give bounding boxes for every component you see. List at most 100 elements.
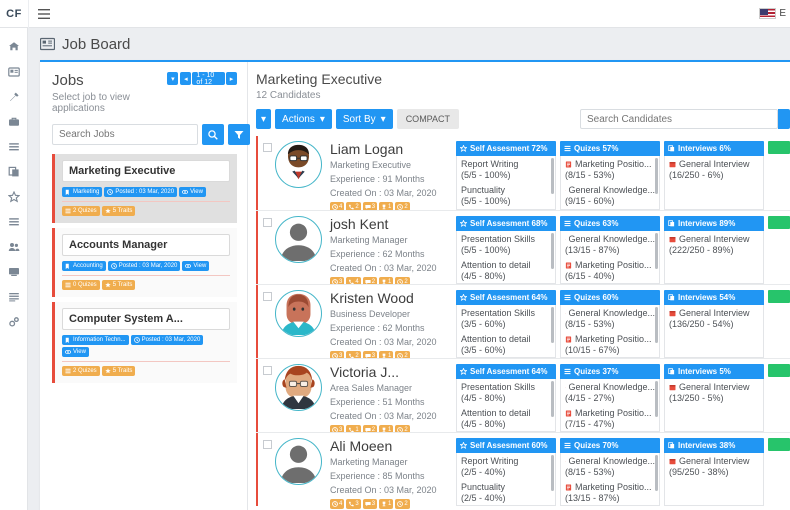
- job-posted-label: Posted : 03 Mar, 2020: [118, 263, 178, 269]
- sidebar-item-settings[interactable]: [0, 309, 28, 334]
- status-badge[interactable]: [768, 216, 790, 229]
- candidate-checkbox[interactable]: [263, 440, 272, 449]
- self-assessment-header[interactable]: Self Assesment 64%: [456, 364, 556, 379]
- sidebar-item-grid[interactable]: [0, 284, 28, 309]
- sidebar-item-tools[interactable]: [0, 84, 28, 109]
- candidate-checkbox[interactable]: [263, 366, 272, 375]
- jobs-filter-button[interactable]: [228, 124, 250, 145]
- job-traits-badge[interactable]: 5 Traits: [101, 280, 136, 290]
- job-category-badge[interactable]: Information Techn...: [62, 335, 129, 345]
- candidate-checkbox[interactable]: [263, 218, 272, 227]
- avatar[interactable]: [275, 216, 322, 263]
- status-badge[interactable]: [768, 438, 790, 451]
- interviews-header[interactable]: Interviews 54%: [664, 290, 764, 305]
- jobs-search-button[interactable]: [202, 124, 224, 145]
- interviews-header[interactable]: Interviews 5%: [664, 364, 764, 379]
- candidates-title: Marketing Executive: [256, 71, 383, 87]
- candidate-info: Victoria J... Area Sales Manager Experienc…: [330, 364, 437, 436]
- job-category-badge[interactable]: Accounting: [62, 261, 106, 271]
- candidate-name[interactable]: Ali Moeen: [330, 439, 437, 454]
- quizes-header[interactable]: Quizes 63%: [560, 216, 660, 231]
- compact-button[interactable]: COMPACT: [396, 109, 460, 129]
- jobs-pager-caret[interactable]: ▾: [167, 72, 179, 85]
- language-selector[interactable]: E: [759, 8, 790, 19]
- candidate-name[interactable]: Liam Logan: [330, 142, 437, 157]
- quizes-column: Quizes 63% General Knowledge... (13/15 - 8…: [560, 216, 660, 284]
- jobs-pager-prev[interactable]: ◂: [180, 72, 192, 85]
- self-assessment-header[interactable]: Self Assesment 72%: [456, 141, 556, 156]
- hamburger-icon[interactable]: [28, 0, 58, 28]
- sidebar-item-chalkboard[interactable]: [0, 259, 28, 284]
- candidates-search-button[interactable]: [778, 109, 790, 129]
- quizes-header[interactable]: Quizes 60%: [560, 290, 660, 305]
- candidate-row[interactable]: Victoria J... Area Sales Manager Experienc…: [256, 358, 790, 436]
- avatar[interactable]: [275, 290, 322, 337]
- self-assessment-header[interactable]: Self Assesment 60%: [456, 438, 556, 453]
- interviews-item: General Interview (222/250 - 89%): [669, 234, 759, 257]
- self-assessment-header[interactable]: Self Assesment 64%: [456, 290, 556, 305]
- status-badge[interactable]: [768, 364, 790, 377]
- interview-icon: [668, 145, 675, 152]
- job-card[interactable]: Computer System A... Information Techn...…: [52, 302, 237, 383]
- job-view-button[interactable]: View: [62, 347, 89, 357]
- sidebar-item-users[interactable]: [0, 234, 28, 259]
- candidate-stat-phone[interactable]: 3: [346, 499, 361, 510]
- bulk-select-dropdown[interactable]: ▾: [256, 109, 272, 129]
- jobs-pager-next[interactable]: ▸: [226, 72, 237, 85]
- candidate-checkbox[interactable]: [263, 143, 272, 152]
- search-jobs-input[interactable]: [52, 124, 198, 145]
- sidebar-item-copy[interactable]: [0, 159, 28, 184]
- interviews-header[interactable]: Interviews 6%: [664, 141, 764, 156]
- job-card[interactable]: Accounts Manager Accounting Posted : 03 Ma…: [52, 228, 237, 297]
- self-assessment-header[interactable]: Self Assesment 68%: [456, 216, 556, 231]
- candidate-stat-trophy[interactable]: 1: [379, 499, 394, 510]
- app-logo[interactable]: CF: [0, 0, 28, 28]
- job-view-button[interactable]: View: [182, 261, 210, 271]
- avatar[interactable]: [275, 438, 322, 485]
- quizes-header[interactable]: Quizes 57%: [560, 141, 660, 156]
- actions-button[interactable]: Actions ▾: [275, 109, 332, 129]
- sidebar-item-briefcase[interactable]: [0, 109, 28, 134]
- sidebar-item-list[interactable]: [0, 134, 28, 159]
- sidebar-item-dashboard[interactable]: [0, 34, 28, 59]
- sort-by-button[interactable]: Sort By ▾: [335, 109, 393, 129]
- candidate-name[interactable]: Kristen Wood: [330, 291, 437, 306]
- interviews-header[interactable]: Interviews 89%: [664, 216, 764, 231]
- candidate-stat-history[interactable]: 4: [330, 499, 345, 510]
- job-traits-badge[interactable]: 5 Traits: [101, 366, 136, 376]
- job-category-badge[interactable]: Marketing: [62, 187, 103, 197]
- avatar[interactable]: [275, 364, 322, 411]
- avatar[interactable]: [275, 141, 322, 188]
- quizes-header[interactable]: Quizes 37%: [560, 364, 660, 379]
- status-badge[interactable]: [768, 290, 790, 303]
- status-badge[interactable]: [768, 141, 790, 154]
- interviews-header[interactable]: Interviews 38%: [664, 438, 764, 453]
- sidebar-item-star[interactable]: [0, 184, 28, 209]
- job-quizes-badge[interactable]: 2 Quizes: [62, 206, 100, 216]
- sidebar-item-id-card[interactable]: [0, 59, 28, 84]
- job-quizes-badge[interactable]: 0 Quizes: [62, 280, 100, 290]
- candidate-row[interactable]: Kristen Wood Business Developer Experience…: [256, 284, 790, 362]
- job-quizes-badge[interactable]: 2 Quizes: [62, 366, 100, 376]
- job-card[interactable]: Marketing Executive Marketing Posted : 03 …: [52, 154, 237, 223]
- candidate-checkbox[interactable]: [263, 292, 272, 301]
- candidate-name[interactable]: josh Kent: [330, 217, 437, 232]
- search-candidates-input[interactable]: [580, 109, 778, 129]
- calendar-icon: [669, 237, 676, 243]
- candidate-stat-comment[interactable]: 3: [362, 499, 378, 510]
- self-assessment-header-label: Self Assesment 64%: [470, 367, 548, 376]
- candidate-row[interactable]: josh Kent Marketing Manager Experience : 6…: [256, 210, 790, 288]
- interviews-label: General Interview: [669, 456, 759, 467]
- candidate-stat-clock[interactable]: 2: [395, 499, 410, 510]
- quizes-header[interactable]: Quizes 70%: [560, 438, 660, 453]
- candidate-row[interactable]: Liam Logan Marketing Executive Experience …: [256, 136, 790, 213]
- sidebar-item-tasks[interactable]: [0, 209, 28, 234]
- quizes-body: General Knowledge... (13/15 - 87%) Marketi…: [560, 231, 660, 284]
- candidate-name[interactable]: Victoria J...: [330, 365, 437, 380]
- job-traits-badge[interactable]: 5 Traits: [101, 206, 136, 216]
- jobs-search-bar: [52, 124, 250, 145]
- interviews-value: (16/250 - 6%): [669, 170, 724, 181]
- self-assessment-value: (3/5 - 60%): [461, 319, 506, 330]
- candidate-row[interactable]: Ali Moeen Marketing Manager Experience : 8…: [256, 432, 790, 510]
- job-view-button[interactable]: View: [179, 187, 206, 197]
